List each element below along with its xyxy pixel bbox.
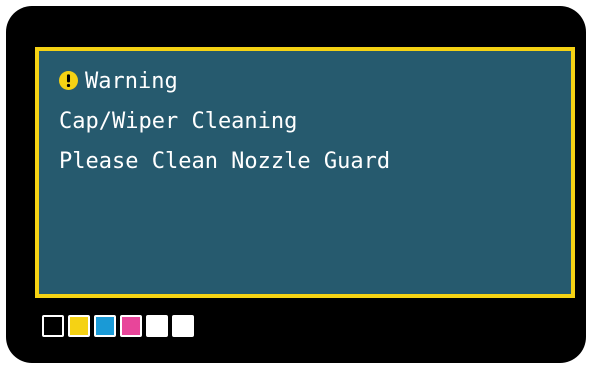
ink-swatch-magenta xyxy=(120,315,142,337)
ink-swatch-yellow xyxy=(68,315,90,337)
ink-swatch-black xyxy=(42,315,64,337)
status-line: Warning xyxy=(59,68,178,96)
ink-indicator-row xyxy=(42,315,194,337)
ink-swatch-white xyxy=(172,315,194,337)
warning-icon xyxy=(59,70,78,90)
message-screen: Warning Cap/Wiper Cleaning Please Clean … xyxy=(35,47,575,298)
message-line-1: Cap/Wiper Cleaning xyxy=(59,109,298,134)
ink-swatch-white xyxy=(146,315,168,337)
printer-display-panel: Warning Cap/Wiper Cleaning Please Clean … xyxy=(6,6,586,363)
message-line-2: Please Clean Nozzle Guard xyxy=(59,149,391,174)
ink-swatch-cyan xyxy=(94,315,116,337)
status-label: Warning xyxy=(85,69,178,94)
